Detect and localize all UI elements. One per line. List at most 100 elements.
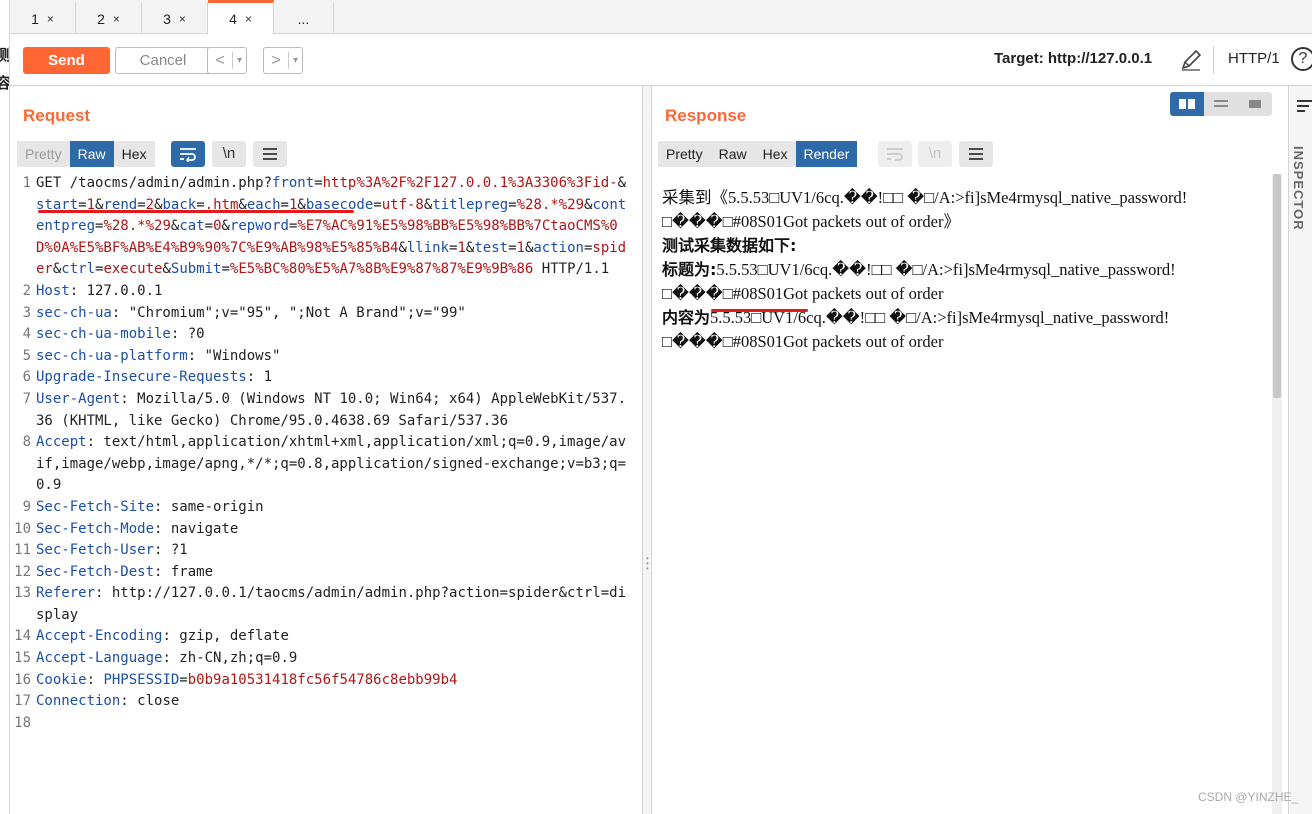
- show-newlines-button[interactable]: \n: [212, 141, 246, 167]
- line-number: 2: [22, 282, 31, 299]
- single-view-icon[interactable]: [1238, 92, 1272, 116]
- code-line[interactable]: 6 Upgrade-Insecure-Requests: 1: [10, 367, 642, 389]
- http-key: sec-ch-ua: [36, 304, 112, 321]
- code-line[interactable]: 5 sec-ch-ua-platform: "Windows": [10, 346, 642, 368]
- back-history-control[interactable]: < ▾: [207, 47, 247, 74]
- http-key: repword: [229, 218, 289, 235]
- line-text[interactable]: sec-ch-ua-platform: "Windows": [36, 346, 633, 368]
- http-key: User-Agent: [36, 390, 121, 407]
- close-icon[interactable]: ×: [47, 12, 54, 26]
- http-key: titlepreg: [432, 196, 509, 213]
- code-line[interactable]: 9 Sec-Fetch-Site: same-origin: [10, 497, 642, 519]
- chevron-down-icon[interactable]: ▾: [232, 52, 246, 69]
- code-line[interactable]: 14 Accept-Encoding: gzip, deflate: [10, 626, 642, 648]
- tab-pretty[interactable]: Pretty: [17, 141, 70, 167]
- back-arrow-icon[interactable]: <: [208, 52, 232, 70]
- line-text[interactable]: sec-ch-ua-mobile: ?0: [36, 324, 633, 346]
- repeater-tab-2[interactable]: 2 ×: [76, 0, 142, 34]
- line-text[interactable]: [36, 713, 633, 735]
- wrap-lines-icon[interactable]: [878, 141, 912, 167]
- line-text[interactable]: sec-ch-ua: "Chromium";v="95", ";Not A Br…: [36, 303, 633, 325]
- request-title: Request: [23, 106, 91, 125]
- new-tab-button[interactable]: ...: [274, 0, 334, 34]
- wrap-lines-icon[interactable]: [171, 141, 205, 167]
- repeater-tab-1[interactable]: 1 ×: [10, 0, 76, 34]
- tab-raw[interactable]: Raw: [69, 141, 114, 167]
- line-text[interactable]: Accept: text/html,application/xhtml+xml,…: [36, 432, 633, 497]
- render-line: 标题为:5.5.53□UV1/6cq.��!□□ �□/A:>fi]sMe4rm…: [662, 258, 1262, 306]
- tab-render[interactable]: Render: [795, 141, 858, 167]
- code-line[interactable]: 7 User-Agent: Mozilla/5.0 (Windows NT 10.…: [10, 389, 642, 432]
- code-line[interactable]: 16 Cookie: PHPSESSID=b0b9a10531418fc56f54…: [10, 670, 642, 692]
- chevron-down-icon[interactable]: ▾: [288, 52, 302, 69]
- line-text[interactable]: Sec-Fetch-Site: same-origin: [36, 497, 633, 519]
- code-line[interactable]: 10 Sec-Fetch-Mode: navigate: [10, 519, 642, 541]
- scrollbar-thumb[interactable]: [1273, 174, 1281, 398]
- layout-toggle: [1170, 92, 1272, 116]
- edit-target-pencil-icon[interactable]: [1178, 47, 1204, 73]
- cancel-button[interactable]: Cancel: [115, 47, 211, 74]
- tab-pretty[interactable]: Pretty: [658, 141, 711, 167]
- tab-hex[interactable]: Hex: [754, 141, 796, 167]
- response-scrollbar[interactable]: [1272, 174, 1282, 814]
- render-label: 内容为: [662, 308, 711, 327]
- tab-hex[interactable]: Hex: [113, 141, 155, 167]
- request-editor[interactable]: 1 GET /taocms/admin/admin.php?front=http%…: [10, 173, 642, 734]
- http-key: Sec-Fetch-User: [36, 542, 155, 559]
- code-line[interactable]: 12 Sec-Fetch-Dest: frame: [10, 562, 642, 584]
- line-text[interactable]: Accept-Language: zh-CN,zh;q=0.9: [36, 648, 633, 670]
- line-text[interactable]: Connection: close: [36, 691, 633, 713]
- repeater-tab-4[interactable]: 4 ×: [208, 0, 274, 35]
- menu-icon[interactable]: [959, 141, 993, 167]
- line-text[interactable]: Referer: http://127.0.0.1/taocms/admin/a…: [36, 583, 633, 626]
- http-key: Accept-Encoding: [36, 628, 163, 645]
- line-text[interactable]: Cookie: PHPSESSID=b0b9a10531418fc56f5478…: [36, 670, 633, 692]
- close-icon[interactable]: ×: [113, 12, 120, 26]
- code-line[interactable]: 18: [10, 713, 642, 735]
- inspector-menu-icon[interactable]: [1297, 100, 1312, 115]
- line-text[interactable]: Accept-Encoding: gzip, deflate: [36, 626, 633, 648]
- close-icon[interactable]: ×: [245, 12, 252, 26]
- code-line[interactable]: 11 Sec-Fetch-User: ?1: [10, 540, 642, 562]
- show-newlines-button[interactable]: \n: [918, 141, 952, 167]
- annotation-underline: [38, 210, 354, 213]
- http-text: : Mozilla/5.0 (Windows NT 10.0; Win64; x…: [36, 390, 627, 429]
- repeater-tab-3[interactable]: 3 ×: [142, 0, 208, 34]
- http-text: : zh-CN,zh;q=0.9: [162, 650, 298, 667]
- line-text[interactable]: Sec-Fetch-Dest: frame: [36, 562, 633, 584]
- line-text[interactable]: Sec-Fetch-Mode: navigate: [36, 519, 633, 541]
- sliver-char: 容: [0, 72, 9, 93]
- code-line[interactable]: 3 sec-ch-ua: "Chromium";v="95", ";Not A B…: [10, 303, 642, 325]
- tab-label: ...: [297, 10, 310, 27]
- split-vertical-icon[interactable]: [1204, 92, 1238, 116]
- code-line[interactable]: 8 Accept: text/html,application/xhtml+xml…: [10, 432, 642, 497]
- split-horizontal-icon[interactable]: [1170, 92, 1204, 116]
- http-version-label[interactable]: HTTP/1: [1228, 50, 1280, 67]
- tab-label: 2: [97, 10, 105, 27]
- code-line[interactable]: 17 Connection: close: [10, 691, 642, 713]
- pane-splitter[interactable]: • • •: [642, 86, 652, 814]
- line-text[interactable]: Sec-Fetch-User: ?1: [36, 540, 633, 562]
- line-text[interactable]: Upgrade-Insecure-Requests: 1: [36, 367, 633, 389]
- code-line[interactable]: 1 GET /taocms/admin/admin.php?front=http%…: [10, 173, 642, 281]
- line-text[interactable]: User-Agent: Mozilla/5.0 (Windows NT 10.0…: [36, 389, 633, 432]
- http-key: sec-ch-ua-platform: [36, 347, 188, 364]
- forward-history-control[interactable]: > ▾: [263, 47, 303, 74]
- http-text: : 127.0.0.1: [69, 282, 163, 299]
- code-line[interactable]: 13 Referer: http://127.0.0.1/taocms/admin…: [10, 583, 642, 626]
- menu-icon[interactable]: [253, 141, 287, 167]
- send-button[interactable]: Send: [23, 47, 110, 74]
- line-text[interactable]: GET /taocms/admin/admin.php?front=http%3…: [36, 173, 633, 281]
- tab-raw[interactable]: Raw: [710, 141, 755, 167]
- inspector-sidebar[interactable]: INSPECTOR: [1288, 86, 1312, 814]
- close-icon[interactable]: ×: [179, 12, 186, 26]
- help-icon[interactable]: ?: [1291, 47, 1312, 71]
- rendered-response: 采集到《5.5.53□UV1/6cq.��!□□ �□/A:>fi]sMe4rm…: [662, 186, 1262, 354]
- line-text[interactable]: Host: 127.0.0.1: [36, 281, 633, 303]
- http-text: =: [314, 175, 323, 191]
- code-line[interactable]: 2 Host: 127.0.0.1: [10, 281, 642, 303]
- forward-arrow-icon[interactable]: >: [264, 52, 288, 70]
- code-line[interactable]: 15 Accept-Language: zh-CN,zh;q=0.9: [10, 648, 642, 670]
- inspector-label[interactable]: INSPECTOR: [1291, 146, 1306, 231]
- code-line[interactable]: 4 sec-ch-ua-mobile: ?0: [10, 324, 642, 346]
